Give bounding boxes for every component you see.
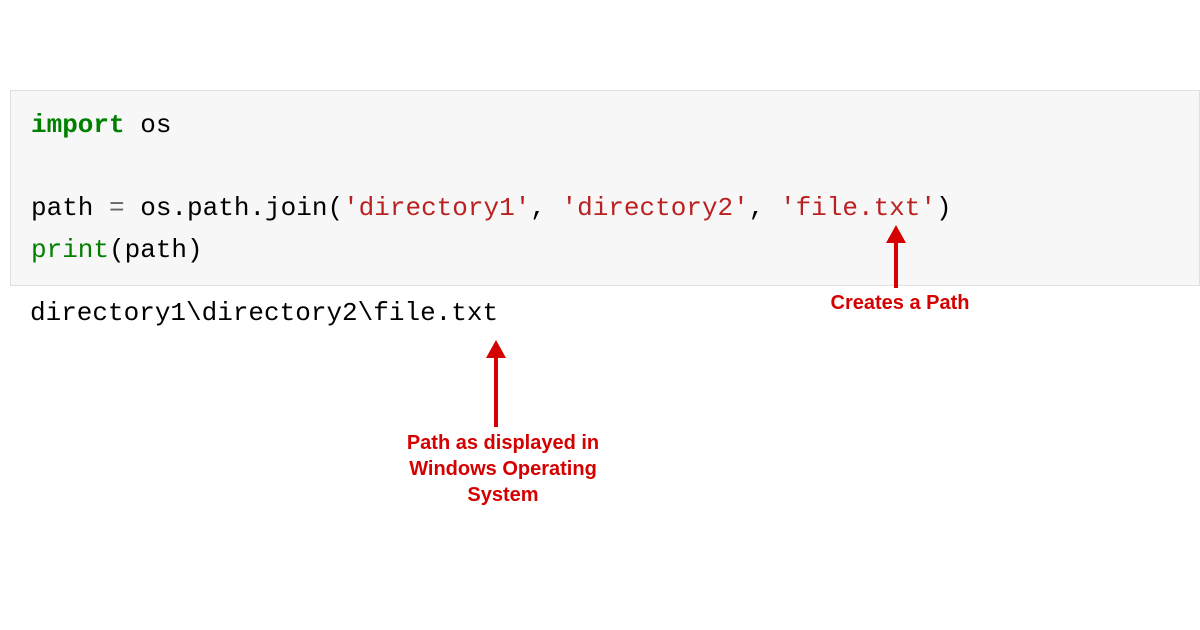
string-arg-1: 'directory1' bbox=[343, 193, 530, 223]
annotation-path-displayed: Path as displayed in Windows Operating S… bbox=[388, 430, 618, 508]
code-line-2: path = os.path.join('directory1', 'direc… bbox=[31, 188, 1179, 230]
comma-2: , bbox=[749, 193, 780, 223]
close-paren: ) bbox=[936, 193, 952, 223]
annotation-creates-path: Creates a Path bbox=[800, 290, 1000, 316]
arrow-line bbox=[894, 240, 898, 288]
code-line-1: import os bbox=[31, 105, 1179, 147]
print-args: (path) bbox=[109, 235, 203, 265]
output-text: directory1\directory2\file.txt bbox=[30, 298, 498, 328]
method-call: os.path.join( bbox=[125, 193, 343, 223]
print-builtin: print bbox=[31, 235, 109, 265]
arrow-line bbox=[494, 355, 498, 427]
code-block: import os path = os.path.join('directory… bbox=[10, 90, 1200, 286]
variable-name: path bbox=[31, 193, 109, 223]
string-arg-2: 'directory2' bbox=[562, 193, 749, 223]
equals-operator: = bbox=[109, 193, 125, 223]
string-arg-3: 'file.txt' bbox=[780, 193, 936, 223]
code-line-3: print(path) bbox=[31, 230, 1179, 272]
comma-1: , bbox=[530, 193, 561, 223]
blank-line bbox=[31, 147, 1179, 189]
import-keyword: import bbox=[31, 110, 125, 140]
module-name: os bbox=[125, 110, 172, 140]
